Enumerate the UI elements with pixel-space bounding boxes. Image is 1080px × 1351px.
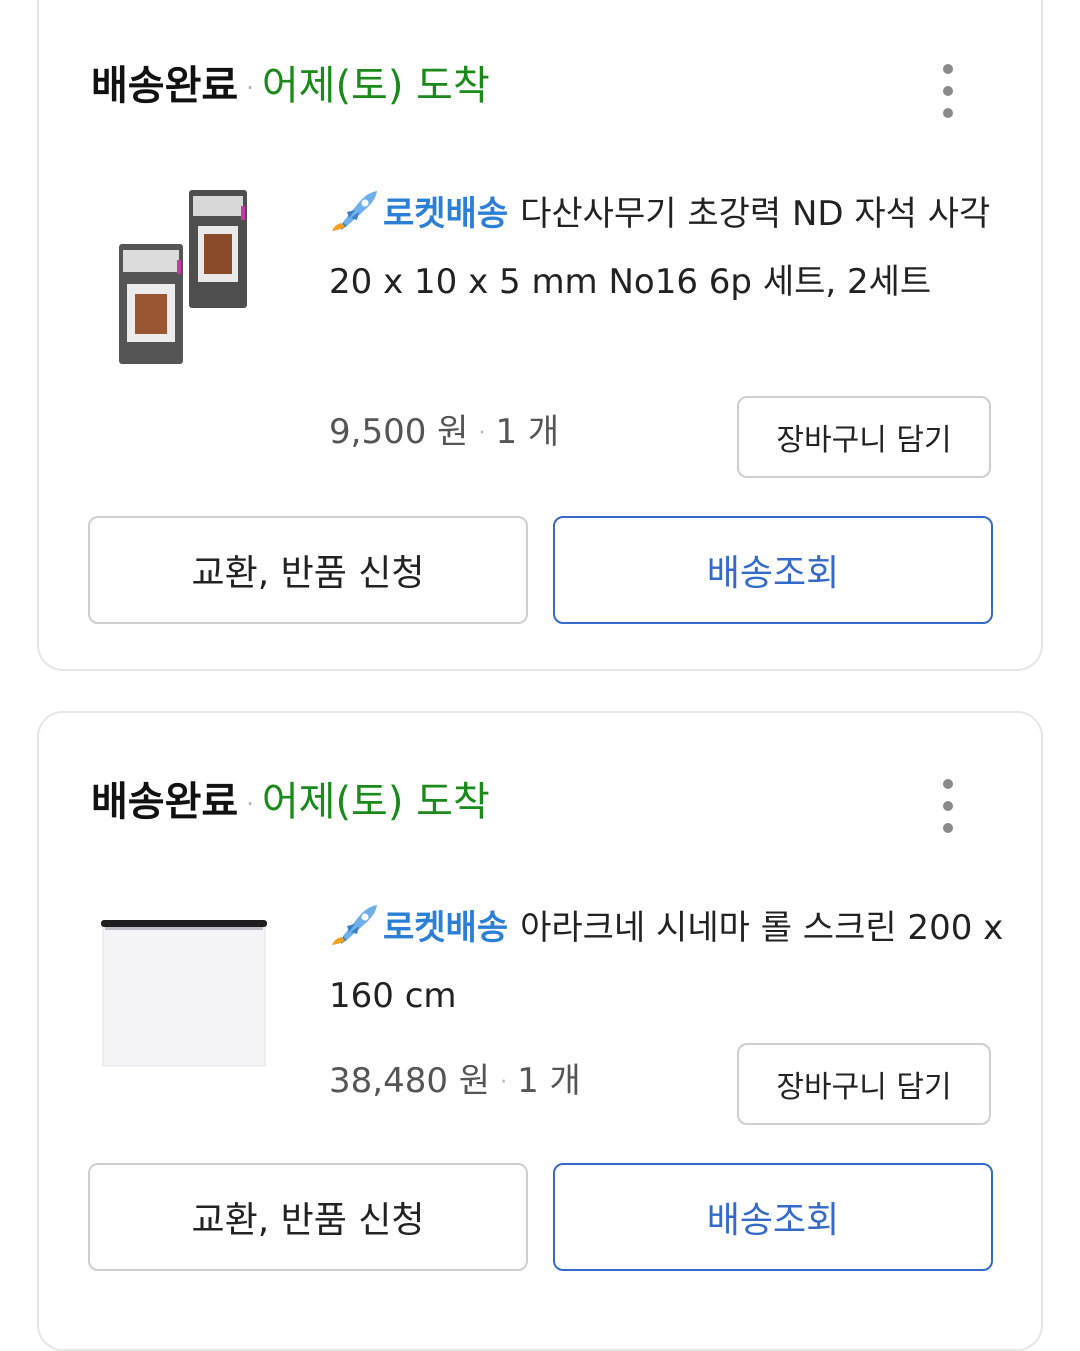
delivery-status: 배송완료 · 어제(토) 도착 bbox=[91, 58, 490, 116]
product-title[interactable]: 로켓배송 다산사무기 초강력 ND 자석 사각 20 x 10 x 5 mm No… bbox=[329, 180, 1009, 316]
status-separator: · bbox=[246, 74, 254, 102]
track-delivery-button[interactable]: 배송조회 bbox=[553, 516, 993, 624]
more-vertical-icon[interactable] bbox=[933, 64, 963, 118]
add-to-cart-button[interactable]: 장바구니 담기 bbox=[737, 1043, 991, 1125]
order-card: 배송완료 · 어제(토) 도착 로켓배송 다산사무기 초강력 ND 자석 사각 20 … bbox=[37, 0, 1043, 671]
status-label: 배송완료 bbox=[91, 779, 239, 825]
add-to-cart-button[interactable]: 장바구니 담기 bbox=[737, 396, 991, 478]
product-title[interactable]: 로켓배송 아라크네 시네마 롤 스크린 200 x 160 cm bbox=[329, 894, 1009, 1030]
price-separator: · bbox=[478, 420, 486, 446]
rocket-icon bbox=[332, 191, 377, 231]
price: 38,480 원 bbox=[329, 1061, 491, 1101]
price-separator: · bbox=[500, 1069, 508, 1095]
exchange-return-button[interactable]: 교환, 반품 신청 bbox=[88, 1163, 528, 1271]
delivery-status: 배송완료 · 어제(토) 도착 bbox=[91, 774, 490, 832]
product-image[interactable] bbox=[91, 900, 281, 1090]
quantity: 1 개 bbox=[495, 412, 560, 452]
rocket-icon bbox=[332, 905, 377, 945]
price-quantity: 9,500 원 · 1 개 bbox=[329, 408, 559, 458]
exchange-return-button[interactable]: 교환, 반품 신청 bbox=[88, 516, 528, 624]
rocket-delivery-label: 로켓배송 bbox=[383, 194, 509, 234]
track-delivery-button[interactable]: 배송조회 bbox=[553, 1163, 993, 1271]
status-separator: · bbox=[246, 790, 254, 818]
rocket-delivery-label: 로켓배송 bbox=[383, 908, 509, 948]
product-image[interactable] bbox=[91, 186, 281, 376]
status-label: 배송완료 bbox=[91, 63, 239, 109]
price-quantity: 38,480 원 · 1 개 bbox=[329, 1057, 581, 1107]
price: 9,500 원 bbox=[329, 412, 469, 452]
arrival-date: 어제(토) 도착 bbox=[261, 63, 490, 109]
order-card: 배송완료 · 어제(토) 도착 로켓배송 아라크네 시네마 롤 스크린 200 x 1… bbox=[37, 711, 1043, 1351]
arrival-date: 어제(토) 도착 bbox=[261, 779, 490, 825]
quantity: 1 개 bbox=[517, 1061, 581, 1101]
more-vertical-icon[interactable] bbox=[933, 779, 963, 833]
